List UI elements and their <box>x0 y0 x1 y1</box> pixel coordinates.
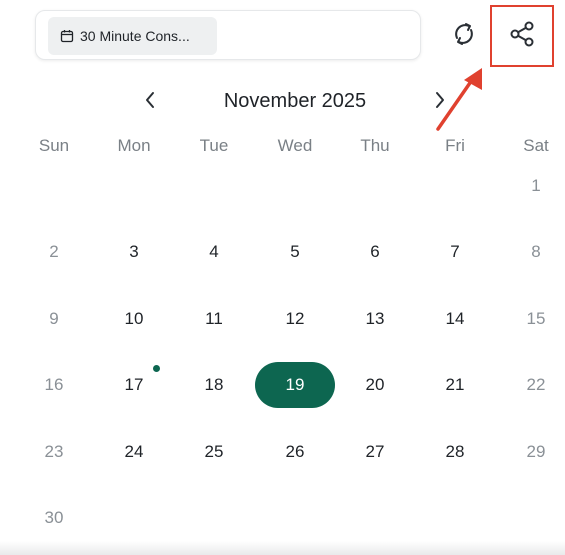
calendar-day[interactable]: 5 <box>265 237 325 267</box>
calendar-day[interactable]: 9 <box>24 304 84 334</box>
calendar-day[interactable]: 10 <box>104 304 164 334</box>
weekday-header: Sat <box>523 136 549 155</box>
weekday-header: Wed <box>277 136 313 155</box>
calendar-day[interactable]: 1 <box>506 171 565 201</box>
calendar-day[interactable]: 12 <box>265 304 325 334</box>
refresh-button[interactable] <box>447 19 481 53</box>
calendar-day[interactable]: 6 <box>345 237 405 267</box>
weekday-header: Sun <box>38 136 70 155</box>
event-type-label: 30 Minute Cons... <box>80 28 190 44</box>
calendar-day[interactable]: 26 <box>265 437 325 467</box>
weekday-header: Mon <box>117 136 151 155</box>
weekday-header: Fri <box>445 136 465 155</box>
calendar-day[interactable]: 13 <box>345 304 405 334</box>
calendar-day[interactable]: 22 <box>506 370 565 400</box>
calendar-day[interactable]: 8 <box>506 237 565 267</box>
calendar-day[interactable]: 29 <box>506 437 565 467</box>
share-icon <box>508 20 536 53</box>
scroll-fade <box>0 541 565 555</box>
calendar-day[interactable]: 15 <box>506 304 565 334</box>
share-button[interactable] <box>490 5 554 67</box>
calendar-day[interactable]: 30 <box>24 503 84 533</box>
calendar-day[interactable]: 4 <box>184 237 244 267</box>
calendar-day[interactable]: 2 <box>24 237 84 267</box>
calendar-icon <box>60 29 74 43</box>
calendar-day[interactable]: 27 <box>345 437 405 467</box>
refresh-icon <box>449 19 479 54</box>
month-navigation: November 2025 <box>0 88 565 118</box>
chevron-right-icon <box>434 90 446 115</box>
calendar-day[interactable]: 18 <box>184 370 244 400</box>
calendar-day[interactable]: 14 <box>425 304 485 334</box>
chevron-left-icon <box>144 90 156 115</box>
calendar-day[interactable]: 28 <box>425 437 485 467</box>
calendar-day[interactable]: 3 <box>104 237 164 267</box>
calendar-day[interactable]: 17 <box>104 370 164 400</box>
calendar-day[interactable]: 21 <box>425 370 485 400</box>
next-month-button[interactable] <box>428 88 452 116</box>
calendar-day[interactable]: 20 <box>345 370 405 400</box>
calendar-day[interactable]: 23 <box>24 437 84 467</box>
event-selector-card: 30 Minute Cons... <box>35 10 421 60</box>
calendar-day[interactable]: 25 <box>184 437 244 467</box>
selected-day[interactable]: 19 <box>255 362 335 408</box>
calendar-day[interactable]: 11 <box>184 304 244 334</box>
weekday-header: Thu <box>360 136 390 155</box>
event-type-chip[interactable]: 30 Minute Cons... <box>48 17 217 55</box>
previous-month-button[interactable] <box>138 88 162 116</box>
calendar-day[interactable]: 16 <box>24 370 84 400</box>
month-title: November 2025 <box>223 90 367 112</box>
calendar-day[interactable]: 7 <box>425 237 485 267</box>
availability-dot <box>153 365 160 372</box>
calendar-day[interactable]: 24 <box>104 437 164 467</box>
weekday-header: Tue <box>199 136 229 155</box>
